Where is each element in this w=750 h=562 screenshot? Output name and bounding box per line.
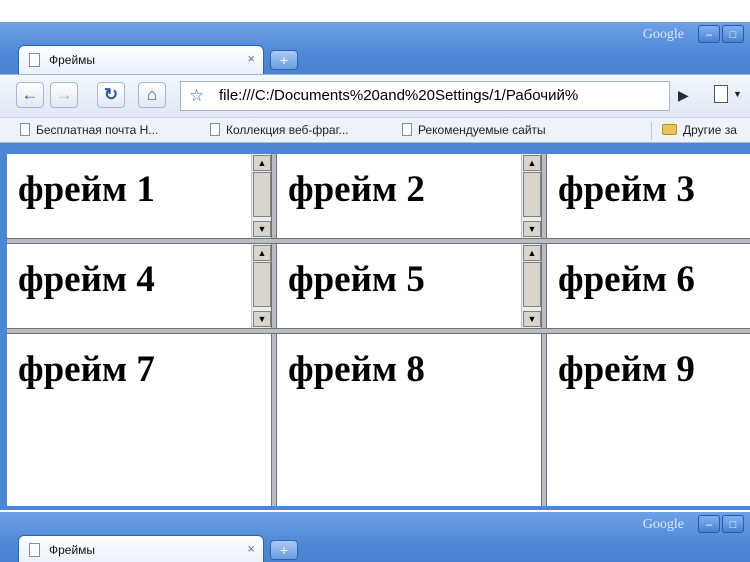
other-bookmarks[interactable]: Другие за — [662, 123, 737, 137]
frame-9[interactable]: фрейм 9 — [547, 334, 750, 506]
page-icon — [402, 123, 412, 136]
scrollbar[interactable]: ▲ ▼ — [251, 244, 271, 328]
url-text[interactable]: file:///C:/Documents%20and%20Settings/1/… — [219, 87, 578, 104]
frame-8[interactable]: фрейм 8 — [277, 334, 541, 506]
back-arrow-icon[interactable]: ← — [16, 82, 44, 108]
scroll-thumb[interactable] — [523, 172, 541, 217]
new-tab-icon[interactable]: + — [270, 540, 298, 560]
tab-frames[interactable]: Фреймы × — [18, 535, 264, 562]
close-icon[interactable]: × — [247, 541, 255, 556]
minimize-button[interactable]: – — [698, 25, 720, 43]
scroll-down-icon[interactable]: ▼ — [523, 311, 541, 327]
maximize-button[interactable]: □ — [722, 515, 744, 533]
frameset: фрейм 1 ▲ ▼ фрейм 2 ▲ ▼ фрейм 3 фрейм 4 … — [7, 154, 750, 506]
new-tab-icon[interactable]: + — [270, 50, 298, 70]
bookmarks-bar: Бесплатная почта Н... Коллекция веб-фраг… — [0, 117, 750, 143]
maximize-button[interactable]: □ — [722, 25, 744, 43]
google-brand: Google — [642, 27, 684, 42]
browser-window: Google – □ Фреймы × + ← → ↻ ⌂ ☆ file:///… — [0, 22, 750, 510]
page-menu-icon[interactable] — [714, 85, 728, 103]
title-bar: Google – □ Фреймы × + — [0, 512, 750, 562]
scroll-thumb[interactable] — [523, 262, 541, 307]
frame-divider-horizontal[interactable] — [7, 328, 750, 334]
page-icon — [29, 53, 40, 67]
frame-heading: фрейм 2 — [288, 169, 425, 210]
google-brand: Google — [642, 517, 684, 532]
frame-heading: фрейм 4 — [18, 259, 155, 300]
tab-title: Фреймы — [49, 543, 96, 557]
scroll-down-icon[interactable]: ▼ — [253, 221, 271, 237]
frame-heading: фрейм 9 — [558, 349, 695, 390]
scroll-up-icon[interactable]: ▲ — [523, 155, 541, 171]
go-arrow-icon[interactable]: ▶ — [678, 87, 689, 104]
scrollbar[interactable]: ▲ ▼ — [521, 154, 541, 238]
frame-heading: фрейм 3 — [558, 169, 695, 210]
frame-heading: фрейм 5 — [288, 259, 425, 300]
page-icon — [20, 123, 30, 136]
scroll-up-icon[interactable]: ▲ — [253, 155, 271, 171]
folder-icon — [662, 124, 677, 135]
bookmark-separator — [651, 122, 652, 140]
frame-2[interactable]: фрейм 2 ▲ ▼ — [277, 154, 541, 238]
scrollbar[interactable]: ▲ ▼ — [521, 244, 541, 328]
frame-1[interactable]: фрейм 1 ▲ ▼ — [7, 154, 271, 238]
scroll-down-icon[interactable]: ▼ — [523, 221, 541, 237]
bookmark-item[interactable]: Коллекция веб-фраг... — [210, 123, 349, 137]
browser-window-second: Google – □ Фреймы × + — [0, 512, 750, 562]
star-icon[interactable]: ☆ — [189, 86, 204, 106]
scroll-thumb[interactable] — [253, 172, 271, 217]
chevron-down-icon[interactable]: ▼ — [733, 89, 742, 99]
tab-frames[interactable]: Фреймы × — [18, 45, 264, 75]
frame-6[interactable]: фрейм 6 — [547, 244, 750, 328]
frame-heading: фрейм 6 — [558, 259, 695, 300]
bookmark-item[interactable]: Рекомендуемые сайты — [402, 123, 546, 137]
frame-7[interactable]: фрейм 7 — [7, 334, 271, 506]
page-icon — [29, 543, 40, 557]
frame-divider-horizontal[interactable] — [7, 238, 750, 244]
reload-icon[interactable]: ↻ — [97, 82, 125, 108]
page-icon — [210, 123, 220, 136]
scroll-up-icon[interactable]: ▲ — [523, 245, 541, 261]
home-icon[interactable]: ⌂ — [138, 82, 166, 108]
title-bar: Google – □ Фреймы × + — [0, 22, 750, 75]
navigation-toolbar: ← → ↻ ⌂ ☆ file:///C:/Documents%20and%20S… — [0, 74, 750, 117]
frame-4[interactable]: фрейм 4 ▲ ▼ — [7, 244, 271, 328]
tab-title: Фреймы — [49, 53, 96, 67]
frame-5[interactable]: фрейм 5 ▲ ▼ — [277, 244, 541, 328]
frame-heading: фрейм 1 — [18, 169, 155, 210]
address-bar[interactable]: ☆ file:///C:/Documents%20and%20Settings/… — [180, 81, 670, 111]
scroll-up-icon[interactable]: ▲ — [253, 245, 271, 261]
forward-arrow-icon[interactable]: → — [50, 82, 78, 108]
close-icon[interactable]: × — [247, 51, 255, 66]
frame-3[interactable]: фрейм 3 — [547, 154, 750, 238]
scroll-down-icon[interactable]: ▼ — [253, 311, 271, 327]
frame-heading: фрейм 8 — [288, 349, 425, 390]
scrollbar[interactable]: ▲ ▼ — [251, 154, 271, 238]
minimize-button[interactable]: – — [698, 515, 720, 533]
bookmark-item[interactable]: Бесплатная почта Н... — [20, 123, 158, 137]
scroll-thumb[interactable] — [253, 262, 271, 307]
frame-heading: фрейм 7 — [18, 349, 155, 390]
